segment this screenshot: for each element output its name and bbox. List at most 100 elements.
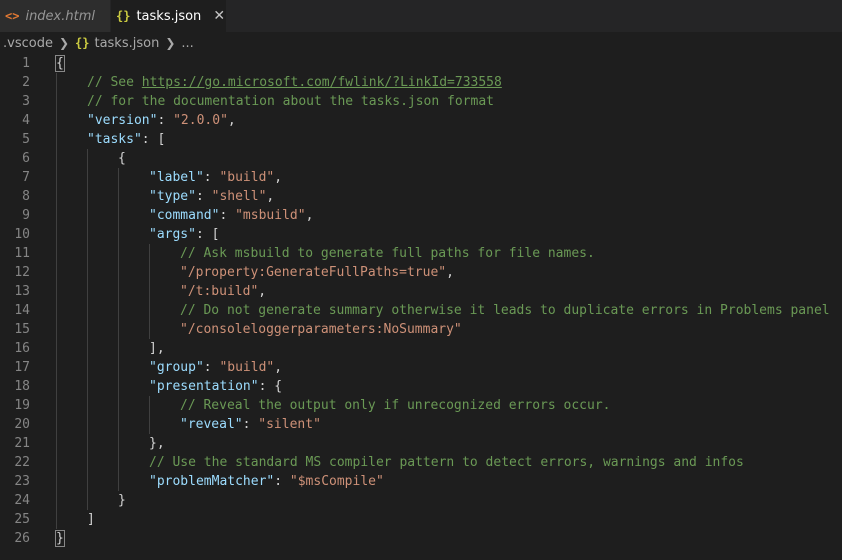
tab-bar: <> index.html {} tasks.json ✕ bbox=[0, 0, 842, 32]
indent-guide bbox=[87, 472, 88, 491]
code-text: "/consoleloggerparameters:NoSummary" bbox=[180, 320, 462, 339]
code-line[interactable]: 6{ bbox=[0, 149, 842, 168]
code-token: , bbox=[266, 189, 275, 204]
code-line[interactable]: 18 "presentation": { bbox=[0, 377, 842, 396]
code-line[interactable]: 22 // Use the standard MS compiler patter… bbox=[0, 453, 842, 472]
code-line[interactable]: 5 "tasks": [ bbox=[0, 130, 842, 149]
code-text: { bbox=[55, 54, 65, 73]
code-line[interactable]: 25] bbox=[0, 510, 842, 529]
tab-label: index.html bbox=[25, 8, 95, 24]
code-text: "presentation": { bbox=[149, 377, 282, 396]
indent-guide bbox=[56, 339, 57, 358]
code-line[interactable]: 7 "label": "build", bbox=[0, 168, 842, 187]
code-token: "args" bbox=[149, 227, 196, 242]
code-token: // Do not generate summary otherwise it … bbox=[180, 303, 830, 318]
indent-guide bbox=[87, 396, 88, 415]
code-line[interactable]: 21}, bbox=[0, 434, 842, 453]
code-token: : bbox=[203, 360, 220, 375]
indent-guide bbox=[87, 491, 88, 510]
code-line[interactable]: 9 "command": "msbuild", bbox=[0, 206, 842, 225]
code-text: "/t:build", bbox=[180, 282, 266, 301]
code-line[interactable]: 23 "problemMatcher": "$msCompile" bbox=[0, 472, 842, 491]
code-line[interactable]: 24} bbox=[0, 491, 842, 510]
code-token: "version" bbox=[87, 113, 158, 128]
code-line[interactable]: 10 "args": [ bbox=[0, 225, 842, 244]
code-token: // Use the standard MS compiler pattern … bbox=[149, 455, 744, 470]
indent-guide bbox=[149, 415, 150, 434]
code-token: : bbox=[203, 170, 220, 185]
code-token: : bbox=[157, 113, 174, 128]
code-token: // Reveal the output only if unrecognize… bbox=[180, 398, 611, 413]
code-line[interactable]: 14 // Do not generate summary otherwise i… bbox=[0, 301, 842, 320]
line-number: 6 bbox=[22, 151, 30, 166]
indent-guide bbox=[87, 434, 88, 453]
url-link[interactable]: https://go.microsoft.com/fwlink/?LinkId=… bbox=[142, 75, 502, 90]
code-token: // for the documentation about the tasks… bbox=[87, 94, 494, 109]
code-line[interactable]: 26} bbox=[0, 529, 842, 548]
indent-guide bbox=[118, 358, 119, 377]
line-number: 24 bbox=[14, 493, 30, 508]
code-line[interactable]: 11 // Ask msbuild to generate full paths … bbox=[0, 244, 842, 263]
code-line[interactable]: 17 "group": "build", bbox=[0, 358, 842, 377]
indent-guide bbox=[56, 206, 57, 225]
code-line[interactable]: 19 // Reveal the output only if unrecogni… bbox=[0, 396, 842, 415]
line-number: 17 bbox=[14, 360, 30, 375]
indent-guide bbox=[118, 339, 119, 358]
indent-guide bbox=[56, 301, 57, 320]
code-text: // for the documentation about the tasks… bbox=[87, 92, 494, 111]
code-token: "silent" bbox=[258, 417, 321, 432]
code-line[interactable]: 3 // for the documentation about the task… bbox=[0, 92, 842, 111]
code-line[interactable]: 20 "reveal": "silent" bbox=[0, 415, 842, 434]
breadcrumb-file[interactable]: tasks.json bbox=[94, 36, 159, 51]
indent-guide bbox=[118, 415, 119, 434]
code-token: "msbuild" bbox=[235, 208, 306, 223]
line-number: 16 bbox=[14, 341, 30, 356]
chevron-right-icon: ❯ bbox=[165, 36, 176, 50]
code-line[interactable]: 16], bbox=[0, 339, 842, 358]
code-line[interactable]: 13 "/t:build", bbox=[0, 282, 842, 301]
code-token: { bbox=[118, 151, 126, 166]
code-text: "type": "shell", bbox=[149, 187, 274, 206]
tab-tasks-json[interactable]: {} tasks.json ✕ bbox=[111, 0, 227, 32]
indent-guide bbox=[56, 225, 57, 244]
code-line[interactable]: 2 // See https://go.microsoft.com/fwlink/… bbox=[0, 73, 842, 92]
indent-guide bbox=[56, 453, 57, 472]
close-icon[interactable]: ✕ bbox=[213, 8, 225, 24]
line-number: 12 bbox=[14, 265, 30, 280]
tab-index-html[interactable]: <> index.html bbox=[0, 0, 111, 32]
code-line[interactable]: 4 "version": "2.0.0", bbox=[0, 111, 842, 130]
indent-guide bbox=[118, 282, 119, 301]
code-token: "2.0.0" bbox=[173, 113, 228, 128]
indent-guide bbox=[149, 244, 150, 263]
breadcrumb-symbols[interactable]: ... bbox=[181, 36, 193, 51]
line-number: 25 bbox=[14, 512, 30, 527]
line-number: 8 bbox=[22, 189, 30, 204]
line-number: 7 bbox=[22, 170, 30, 185]
indent-guide bbox=[56, 149, 57, 168]
breadcrumb: .vscode ❯ {} tasks.json ❯ ... bbox=[0, 32, 842, 54]
code-token: "/consoleloggerparameters:NoSummary" bbox=[180, 322, 462, 337]
code-token: }, bbox=[149, 436, 165, 451]
line-number: 3 bbox=[22, 94, 30, 109]
code-line[interactable]: 15 "/consoleloggerparameters:NoSummary" bbox=[0, 320, 842, 339]
line-number: 21 bbox=[14, 436, 30, 451]
indent-guide bbox=[56, 130, 57, 149]
line-number: 23 bbox=[14, 474, 30, 489]
code-line[interactable]: 8 "type": "shell", bbox=[0, 187, 842, 206]
indent-guide bbox=[118, 396, 119, 415]
html-icon: <> bbox=[5, 9, 20, 23]
indent-guide bbox=[87, 301, 88, 320]
code-editor[interactable]: 1{2// See https://go.microsoft.com/fwlin… bbox=[0, 54, 842, 560]
code-token: "build" bbox=[219, 360, 275, 375]
code-line[interactable]: 1{ bbox=[0, 54, 842, 73]
line-number: 20 bbox=[14, 417, 30, 432]
code-token: { bbox=[55, 55, 65, 72]
indent-guide bbox=[56, 320, 57, 339]
breadcrumb-folder[interactable]: .vscode bbox=[3, 36, 53, 51]
indent-guide bbox=[87, 320, 88, 339]
code-line[interactable]: 12 "/property:GenerateFullPaths=true", bbox=[0, 263, 842, 282]
indent-guide bbox=[56, 472, 57, 491]
code-token: } bbox=[118, 493, 126, 508]
chevron-right-icon: ❯ bbox=[58, 36, 70, 50]
indent-guide bbox=[87, 225, 88, 244]
